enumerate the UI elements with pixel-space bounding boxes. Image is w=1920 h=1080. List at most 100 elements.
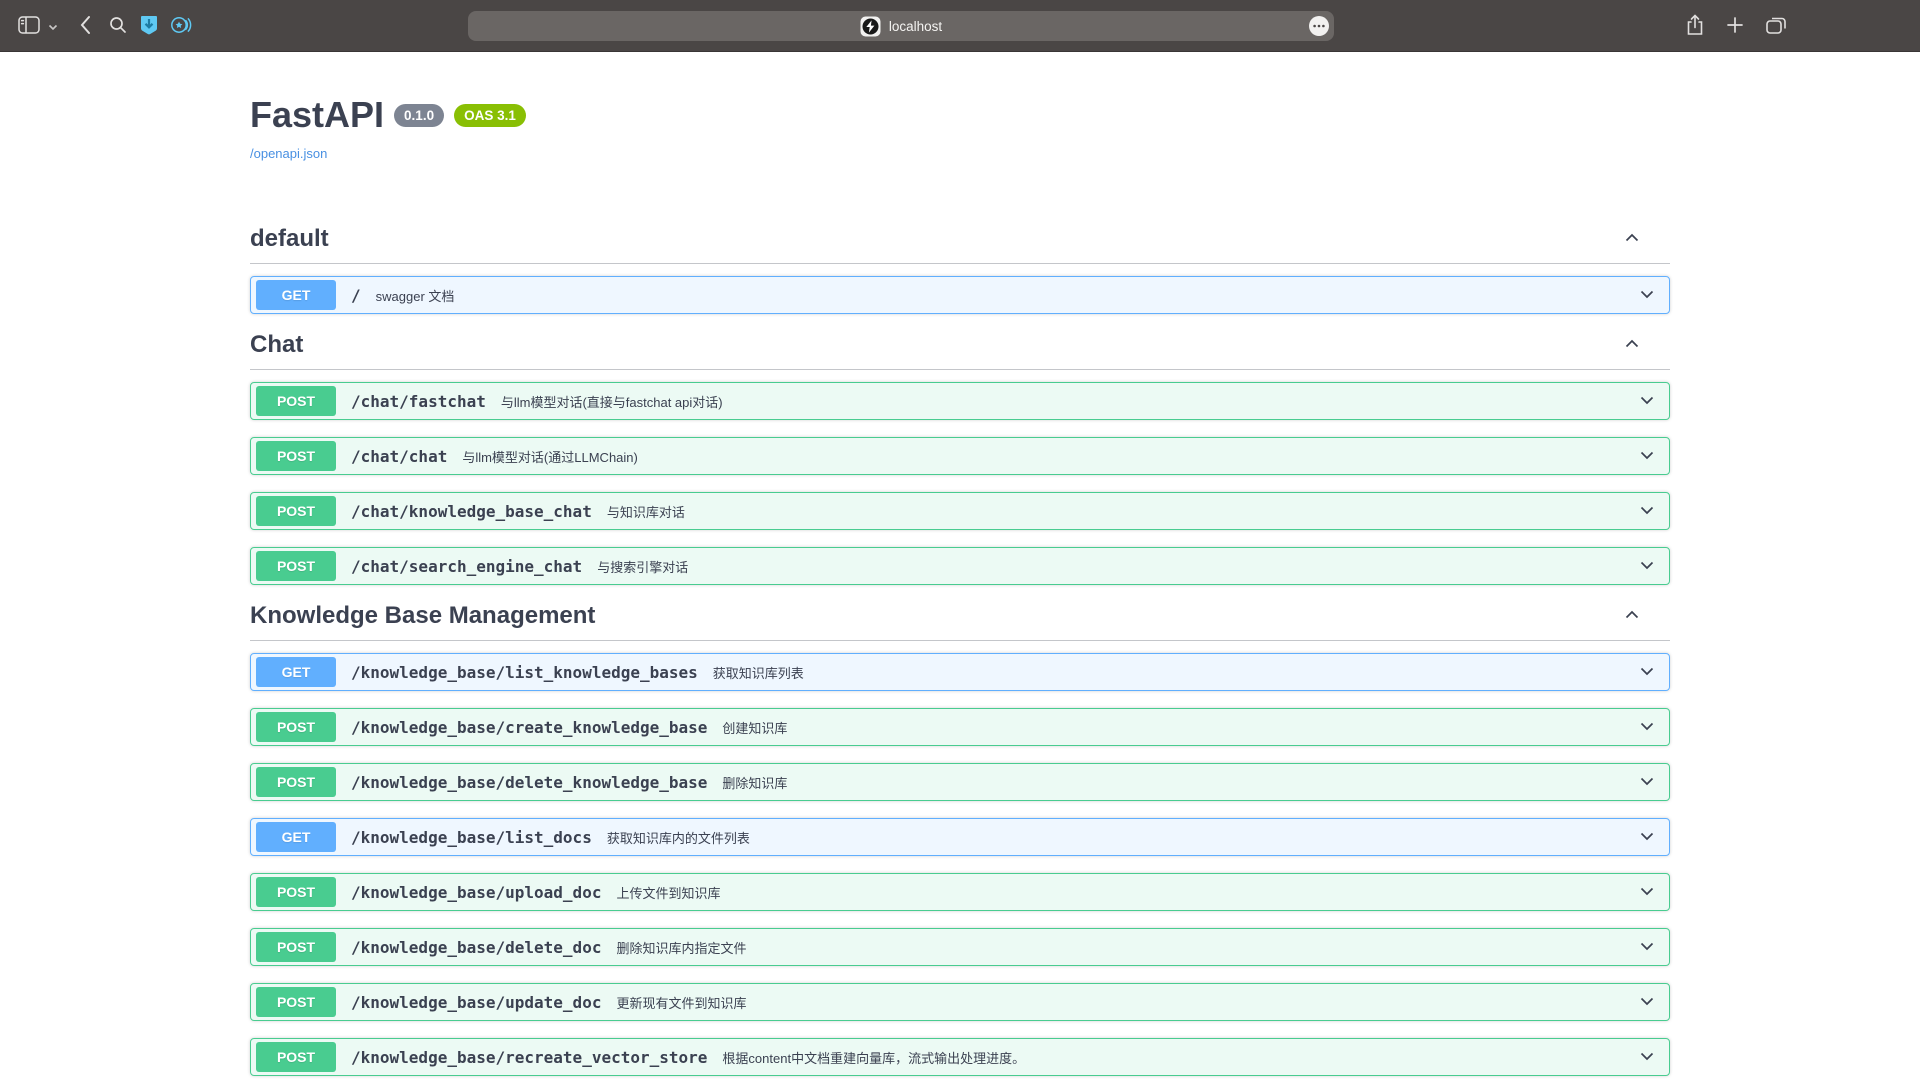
openapi-spec-link[interactable]: /openapi.json — [250, 146, 327, 161]
section-title: Knowledge Base Management — [250, 602, 595, 630]
endpoint-expand-button[interactable] — [1637, 390, 1657, 413]
address-bar[interactable]: localhost — [468, 11, 1334, 41]
endpoint-path: /knowledge_base/upload_doc — [351, 883, 601, 902]
endpoint-expand-button[interactable] — [1637, 284, 1657, 307]
new-tab-button[interactable] — [1720, 8, 1750, 44]
endpoint-path: /knowledge_base/recreate_vector_store — [351, 1048, 707, 1067]
endpoint-description: 与搜索引擎对话 — [597, 557, 688, 576]
endpoint-row[interactable]: POST /knowledge_base/create_knowledge_ba… — [250, 708, 1670, 746]
page-settings-button[interactable] — [1308, 15, 1330, 40]
section-title: Chat — [250, 331, 303, 359]
chevron-down-icon — [48, 19, 58, 34]
endpoint-row[interactable]: POST /knowledge_base/update_doc 更新现有文件到知… — [250, 983, 1670, 1021]
tabs-icon — [1765, 15, 1787, 38]
share-icon — [1685, 13, 1705, 40]
chevron-down-icon — [1637, 500, 1657, 523]
endpoint-path: /chat/search_engine_chat — [351, 557, 582, 576]
browser-toolbar: localhost — [0, 0, 1920, 52]
new-tab-icon — [1725, 15, 1745, 38]
chevron-down-icon — [1637, 936, 1657, 959]
extension-rings-button[interactable] — [164, 8, 198, 44]
method-badge: GET — [256, 657, 336, 687]
endpoint-expand-button[interactable] — [1637, 555, 1657, 578]
endpoint-expand-button[interactable] — [1637, 826, 1657, 849]
sidebar-icon — [18, 16, 40, 37]
search-icon — [108, 15, 128, 38]
endpoint-expand-button[interactable] — [1637, 1046, 1657, 1069]
chevron-down-icon — [1637, 555, 1657, 578]
chevron-down-icon — [1637, 661, 1657, 684]
api-title-text: FastAPI — [250, 94, 384, 136]
endpoint-row[interactable]: POST /knowledge_base/upload_doc 上传文件到知识库 — [250, 873, 1670, 911]
method-badge: POST — [256, 877, 336, 907]
endpoint-description: 更新现有文件到知识库 — [616, 993, 746, 1012]
section-collapse-button[interactable] — [1622, 605, 1642, 628]
endpoint-description: 与llm模型对话(通过LLMChain) — [462, 447, 638, 466]
method-badge: POST — [256, 496, 336, 526]
section-endpoints: POST /chat/fastchat 与llm模型对话(直接与fastchat… — [250, 382, 1670, 585]
endpoint-path: /chat/knowledge_base_chat — [351, 502, 592, 521]
sidebar-menu-button[interactable] — [44, 8, 62, 44]
api-info: FastAPI 0.1.0 OAS 3.1 /openapi.json — [250, 52, 1670, 163]
method-badge: POST — [256, 767, 336, 797]
method-badge: GET — [256, 822, 336, 852]
endpoint-description: swagger 文档 — [376, 286, 455, 305]
chevron-up-icon — [1622, 334, 1642, 357]
endpoint-expand-button[interactable] — [1637, 771, 1657, 794]
tabs-overview-button[interactable] — [1760, 8, 1792, 44]
endpoint-description: 创建知识库 — [722, 718, 787, 737]
endpoint-expand-button[interactable] — [1637, 881, 1657, 904]
toolbar-right-group — [1680, 0, 1792, 52]
page-title: FastAPI 0.1.0 OAS 3.1 — [250, 94, 1670, 136]
section-header[interactable]: default — [250, 225, 1670, 264]
api-section: Chat POST /chat/fastchat 与llm模型对话(直接与fas… — [250, 331, 1670, 585]
endpoint-description: 删除知识库 — [722, 773, 787, 792]
endpoint-expand-button[interactable] — [1637, 445, 1657, 468]
method-badge: POST — [256, 1042, 336, 1072]
endpoint-description: 获取知识库列表 — [713, 663, 804, 682]
sidebar-toggle-button[interactable] — [14, 8, 44, 44]
endpoint-row[interactable]: POST /knowledge_base/delete_doc 删除知识库内指定… — [250, 928, 1670, 966]
endpoint-row[interactable]: GET / swagger 文档 — [250, 276, 1670, 314]
endpoint-row[interactable]: POST /knowledge_base/recreate_vector_sto… — [250, 1038, 1670, 1076]
endpoint-path: /chat/chat — [351, 447, 447, 466]
back-button[interactable] — [68, 8, 102, 44]
endpoint-path: /chat/fastchat — [351, 392, 486, 411]
endpoint-expand-button[interactable] — [1637, 661, 1657, 684]
section-collapse-button[interactable] — [1622, 334, 1642, 357]
method-badge: POST — [256, 441, 336, 471]
extension-rings-icon — [170, 15, 192, 38]
section-header[interactable]: Knowledge Base Management — [250, 602, 1670, 641]
search-button[interactable] — [102, 8, 134, 44]
endpoint-expand-button[interactable] — [1637, 500, 1657, 523]
extension-bookmark-icon — [140, 15, 158, 38]
method-badge: POST — [256, 386, 336, 416]
section-header[interactable]: Chat — [250, 331, 1670, 370]
endpoint-expand-button[interactable] — [1637, 716, 1657, 739]
endpoint-row[interactable]: POST /chat/search_engine_chat 与搜索引擎对话 — [250, 547, 1670, 585]
endpoint-row[interactable]: GET /knowledge_base/list_knowledge_bases… — [250, 653, 1670, 691]
swagger-page: FastAPI 0.1.0 OAS 3.1 /openapi.json defa… — [0, 52, 1920, 1080]
endpoint-row[interactable]: POST /chat/fastchat 与llm模型对话(直接与fastchat… — [250, 382, 1670, 420]
section-collapse-button[interactable] — [1622, 228, 1642, 251]
endpoint-path: /knowledge_base/delete_knowledge_base — [351, 773, 707, 792]
endpoint-row[interactable]: POST /knowledge_base/delete_knowledge_ba… — [250, 763, 1670, 801]
endpoint-path: /knowledge_base/create_knowledge_base — [351, 718, 707, 737]
ellipsis-icon — [1308, 15, 1330, 40]
method-badge: POST — [256, 712, 336, 742]
endpoint-row[interactable]: POST /chat/knowledge_base_chat 与知识库对话 — [250, 492, 1670, 530]
endpoint-row[interactable]: POST /chat/chat 与llm模型对话(通过LLMChain) — [250, 437, 1670, 475]
extension-bookmark-button[interactable] — [134, 8, 164, 44]
endpoint-path: /knowledge_base/list_docs — [351, 828, 592, 847]
endpoint-description: 删除知识库内指定文件 — [616, 938, 746, 957]
chevron-down-icon — [1637, 445, 1657, 468]
endpoint-row[interactable]: GET /knowledge_base/list_docs 获取知识库内的文件列… — [250, 818, 1670, 856]
endpoint-path: /knowledge_base/delete_doc — [351, 938, 601, 957]
endpoint-expand-button[interactable] — [1637, 936, 1657, 959]
section-endpoints: GET / swagger 文档 — [250, 276, 1670, 314]
method-badge: GET — [256, 280, 336, 310]
endpoint-expand-button[interactable] — [1637, 991, 1657, 1014]
chevron-down-icon — [1637, 716, 1657, 739]
share-button[interactable] — [1680, 8, 1710, 44]
endpoint-description: 获取知识库内的文件列表 — [607, 828, 750, 847]
